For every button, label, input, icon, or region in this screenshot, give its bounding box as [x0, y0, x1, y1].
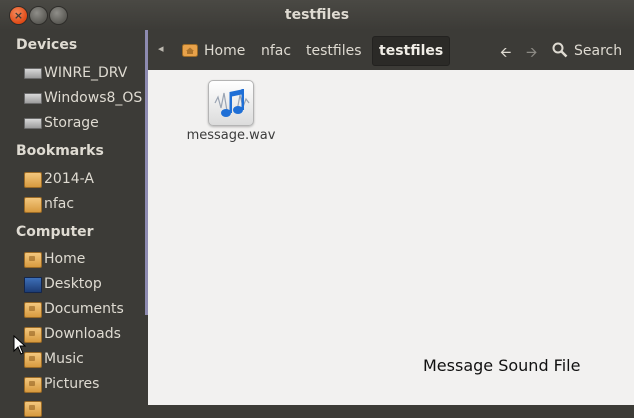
devices-heading: Devices — [16, 37, 78, 53]
sidebar-item-label: Desktop — [44, 276, 102, 292]
sidebar-item-2014-a[interactable]: 2014-A — [24, 169, 144, 189]
toolbar: ◂ Home nfac testfiles testfiles 🡨 🡪 Sear… — [148, 30, 634, 70]
breadcrumb-home[interactable]: Home — [182, 40, 245, 62]
videos-folder-icon — [24, 401, 42, 417]
sidebar-item-label: 2014-A — [44, 171, 94, 187]
forward-arrow-icon[interactable]: 🡪 — [526, 42, 537, 66]
documents-folder-icon — [24, 302, 42, 318]
drive-icon — [24, 93, 42, 104]
drive-icon — [24, 118, 42, 129]
breadcrumb-testfiles[interactable]: testfiles — [306, 40, 362, 62]
sidebar-item-pictures[interactable]: Pictures — [24, 374, 144, 394]
home-folder-icon — [182, 44, 198, 57]
home-folder-icon — [24, 252, 42, 268]
breadcrumb-label: Home — [204, 43, 246, 59]
breadcrumb-testfiles-current[interactable]: testfiles — [372, 36, 451, 66]
caption-text: Message Sound File — [423, 356, 581, 375]
sidebar-item-winre-drv[interactable]: WINRE_DRV — [24, 63, 144, 83]
search-icon — [552, 42, 568, 58]
folder-icon — [24, 172, 42, 188]
audio-file-icon — [208, 80, 254, 126]
search-label: Search — [574, 43, 623, 59]
file-view[interactable]: message.wav Message Sound File — [148, 70, 634, 405]
folder-icon — [24, 197, 42, 213]
file-name: message.wav — [186, 128, 276, 143]
sidebar-item-label: Music — [44, 351, 84, 367]
sidebar-item-documents[interactable]: Documents — [24, 299, 144, 319]
mouse-cursor-icon — [13, 335, 27, 355]
sidebar-item-label: Windows8_OS — [44, 90, 143, 106]
title-bar: × testfiles — [0, 0, 634, 30]
sidebar-item-downloads[interactable]: Downloads — [24, 324, 144, 344]
search-button[interactable]: Search — [552, 40, 622, 62]
sidebar-item-label: Downloads — [44, 326, 121, 342]
breadcrumb-nfac[interactable]: nfac — [261, 40, 291, 62]
sidebar-item-windows8-os[interactable]: Windows8_OS — [24, 88, 144, 108]
sidebar-item-label: nfac — [44, 196, 75, 212]
sidebar-item-music[interactable]: Music — [24, 349, 144, 369]
pictures-folder-icon — [24, 377, 42, 393]
sidebar-item-label: Documents — [44, 301, 124, 317]
sidebar-item-storage[interactable]: Storage — [24, 113, 160, 133]
sidebar-item-partial[interactable] — [24, 398, 144, 418]
sidebar-item-home[interactable]: Home — [24, 249, 144, 269]
sidebar-item-label: Storage — [44, 115, 99, 131]
desktop-icon — [24, 277, 42, 293]
breadcrumb-scroll-left-icon[interactable]: ◂ — [158, 42, 164, 55]
window-title: testfiles — [284, 7, 350, 23]
sidebar-item-label: Home — [44, 251, 86, 267]
sidebar-item-label: Pictures — [44, 376, 100, 392]
sidebar-item-nfac[interactable]: nfac — [24, 194, 144, 214]
bookmarks-heading: Bookmarks — [16, 143, 104, 159]
sidebar-item-label: WINRE_DRV — [44, 65, 128, 81]
back-arrow-icon[interactable]: 🡨 — [500, 42, 511, 66]
computer-heading: Computer — [16, 224, 94, 240]
sidebar-item-desktop[interactable]: Desktop — [24, 274, 144, 294]
drive-icon — [24, 68, 42, 79]
